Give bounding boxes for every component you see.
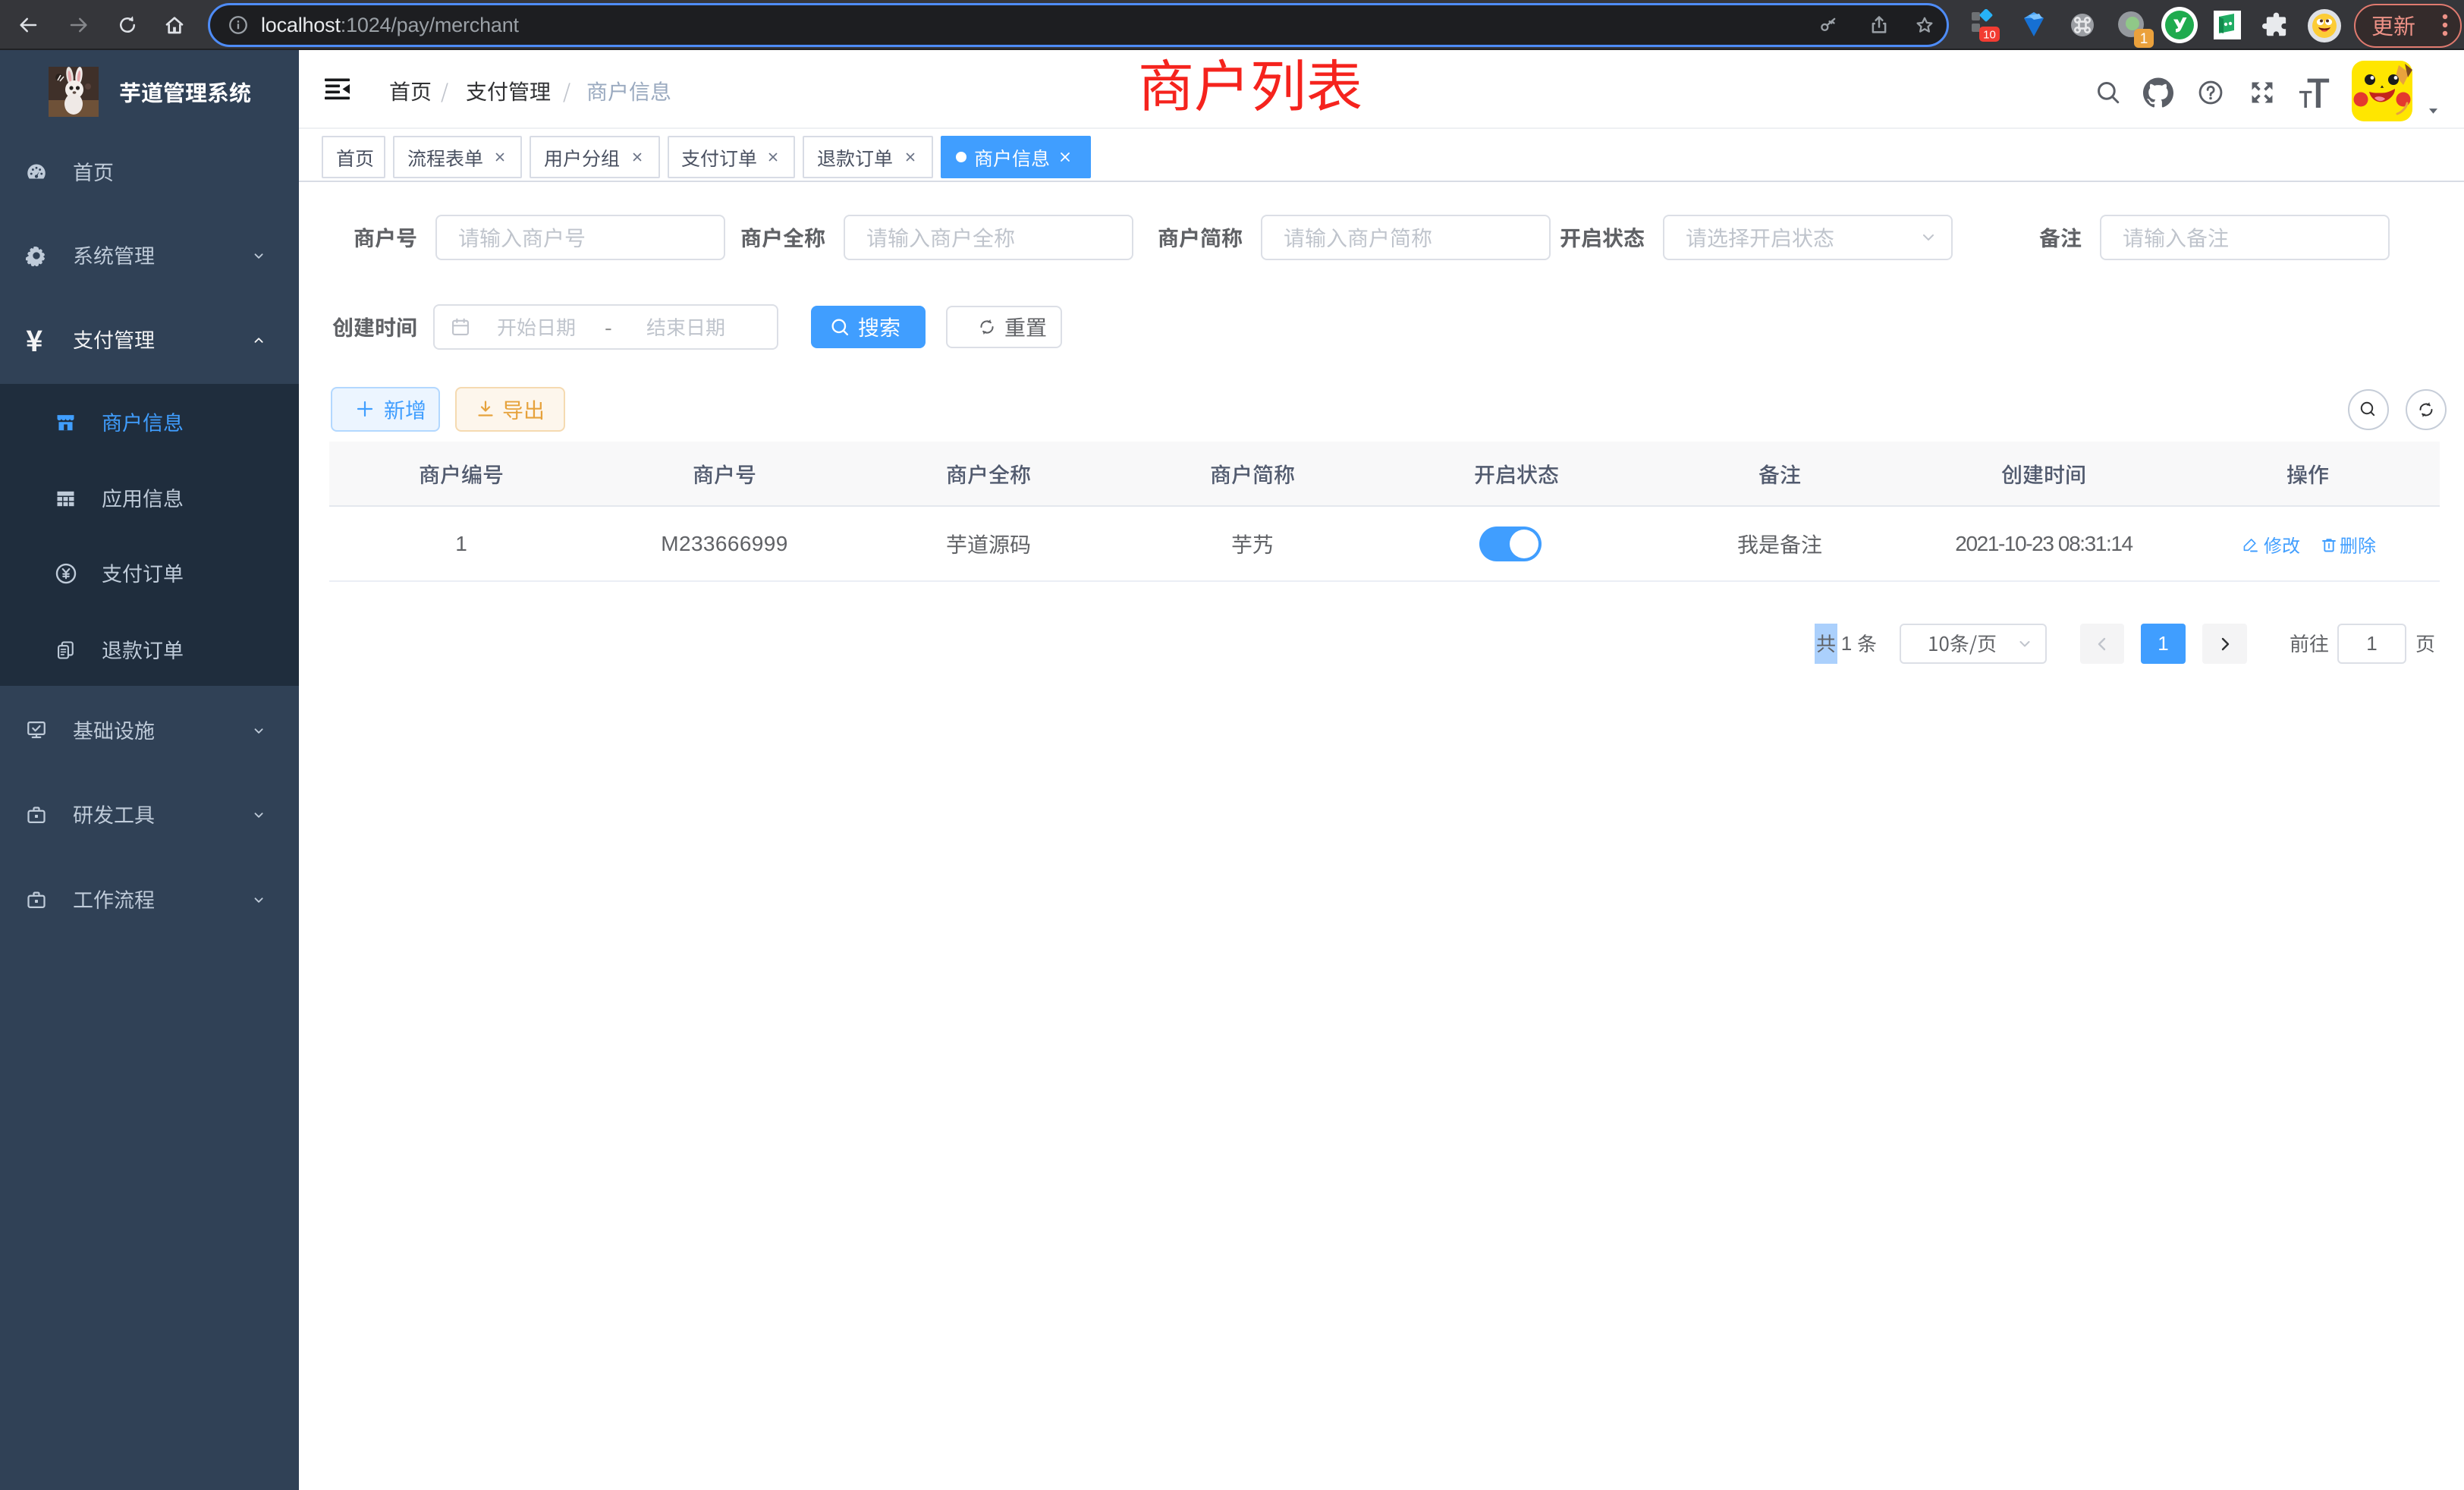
svg-text:1: 1 <box>2140 31 2148 47</box>
svg-text:10: 10 <box>1983 29 1996 42</box>
